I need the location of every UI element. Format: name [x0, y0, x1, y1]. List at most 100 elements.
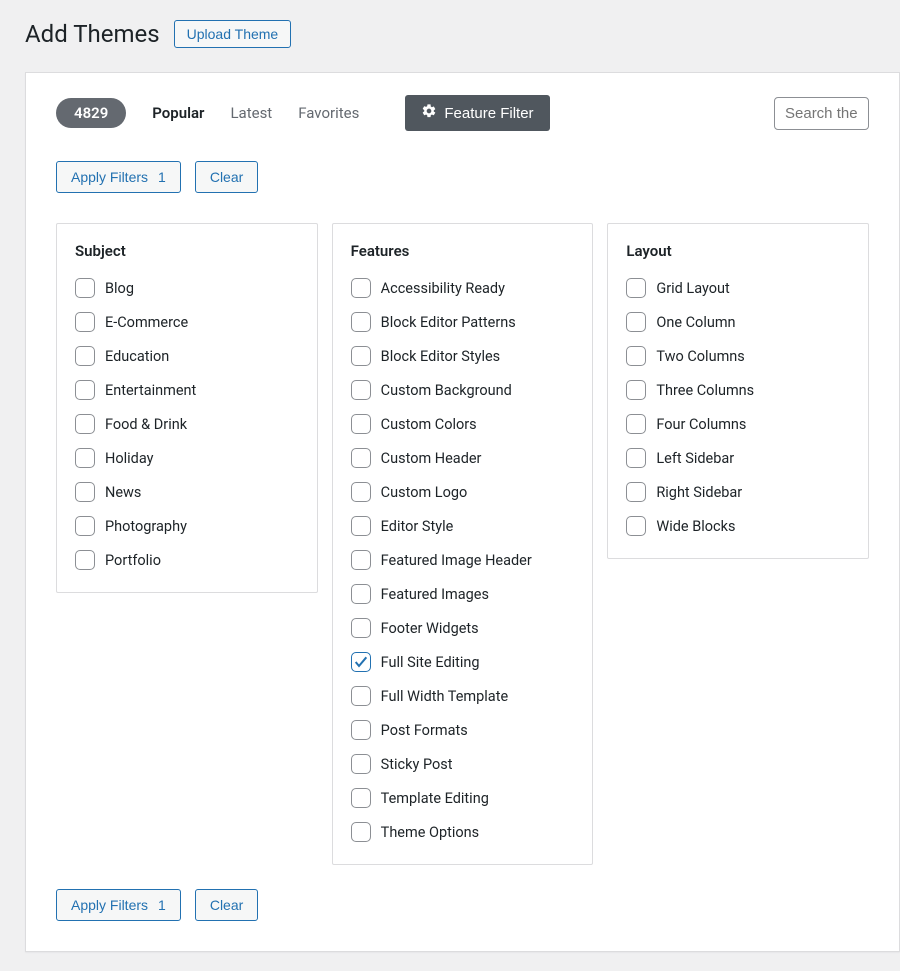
filter-checkbox-row[interactable]: Accessibility Ready [351, 278, 575, 298]
checkbox[interactable] [626, 448, 646, 468]
filter-checkbox-row[interactable]: Template Editing [351, 788, 575, 808]
checkbox-label: Sticky Post [381, 756, 453, 773]
checkbox[interactable] [351, 346, 371, 366]
filter-checkbox-row[interactable]: Custom Header [351, 448, 575, 468]
checkbox-label: E-Commerce [105, 314, 188, 331]
apply-filters-count: 1 [158, 897, 166, 913]
checkbox[interactable] [351, 278, 371, 298]
filter-checkbox-row[interactable]: Holiday [75, 448, 299, 468]
apply-filters-button[interactable]: Apply Filters 1 [56, 889, 181, 921]
checkbox-label: Portfolio [105, 552, 161, 569]
checkbox[interactable] [351, 788, 371, 808]
filter-link-popular[interactable]: Popular [152, 104, 204, 122]
checkbox[interactable] [351, 550, 371, 570]
checkbox[interactable] [351, 516, 371, 536]
filter-checkbox-row[interactable]: Full Site Editing [351, 652, 575, 672]
checkbox-label: Grid Layout [656, 280, 729, 297]
checkbox-label: News [105, 484, 141, 501]
checkbox[interactable] [626, 278, 646, 298]
checkbox[interactable] [75, 346, 95, 366]
checkbox-label: Holiday [105, 450, 153, 467]
filter-checkbox-row[interactable]: E-Commerce [75, 312, 299, 332]
checkbox[interactable] [75, 482, 95, 502]
checkbox[interactable] [351, 652, 371, 672]
filter-checkbox-row[interactable]: Grid Layout [626, 278, 850, 298]
checkbox[interactable] [626, 482, 646, 502]
checkbox[interactable] [626, 312, 646, 332]
filter-checkbox-row[interactable]: Post Formats [351, 720, 575, 740]
filter-checkbox-row[interactable]: Education [75, 346, 299, 366]
feature-filter-label: Feature Filter [444, 105, 533, 122]
filter-checkbox-row[interactable]: Entertainment [75, 380, 299, 400]
checkbox[interactable] [351, 380, 371, 400]
checkbox[interactable] [75, 312, 95, 332]
checkbox[interactable] [351, 584, 371, 604]
checkbox[interactable] [75, 550, 95, 570]
filter-checkbox-row[interactable]: Four Columns [626, 414, 850, 434]
apply-filters-label: Apply Filters [71, 897, 148, 913]
group-title-subject: Subject [75, 242, 299, 260]
apply-row-bottom: Apply Filters 1 Clear [56, 889, 869, 921]
feature-filter-button[interactable]: Feature Filter [405, 95, 549, 131]
checkbox[interactable] [351, 720, 371, 740]
filter-link-latest[interactable]: Latest [230, 104, 272, 122]
upload-theme-button[interactable]: Upload Theme [174, 20, 292, 48]
filter-checkbox-row[interactable]: Left Sidebar [626, 448, 850, 468]
filter-checkbox-row[interactable]: News [75, 482, 299, 502]
checkbox[interactable] [351, 448, 371, 468]
filter-checkbox-row[interactable]: Custom Logo [351, 482, 575, 502]
clear-button[interactable]: Clear [195, 161, 258, 193]
checkbox[interactable] [351, 414, 371, 434]
filter-checkbox-row[interactable]: Sticky Post [351, 754, 575, 774]
filter-checkbox-row[interactable]: Full Width Template [351, 686, 575, 706]
themes-panel: 4829 Popular Latest Favorites Feature Fi… [25, 72, 900, 952]
filter-link-favorites[interactable]: Favorites [298, 104, 359, 122]
filter-checkbox-row[interactable]: Two Columns [626, 346, 850, 366]
filter-checkbox-row[interactable]: Portfolio [75, 550, 299, 570]
checkbox[interactable] [351, 312, 371, 332]
filter-checkbox-row[interactable]: Block Editor Patterns [351, 312, 575, 332]
checkbox-label: Education [105, 348, 169, 365]
filter-checkbox-row[interactable]: Featured Images [351, 584, 575, 604]
filter-checkbox-row[interactable]: Food & Drink [75, 414, 299, 434]
checkbox[interactable] [351, 482, 371, 502]
checkbox[interactable] [626, 414, 646, 434]
checkbox[interactable] [626, 516, 646, 536]
filter-checkbox-row[interactable]: Three Columns [626, 380, 850, 400]
filter-checkbox-row[interactable]: Footer Widgets [351, 618, 575, 638]
checkbox[interactable] [626, 346, 646, 366]
filter-checkbox-row[interactable]: Photography [75, 516, 299, 536]
filter-checkbox-row[interactable]: Custom Colors [351, 414, 575, 434]
checkbox-label: One Column [656, 314, 735, 331]
filter-checkbox-row[interactable]: Right Sidebar [626, 482, 850, 502]
filter-checkbox-row[interactable]: Blog [75, 278, 299, 298]
checkbox-label: Left Sidebar [656, 450, 734, 467]
filter-checkbox-row[interactable]: Wide Blocks [626, 516, 850, 536]
checkbox-label: Featured Images [381, 586, 489, 603]
checkbox[interactable] [626, 380, 646, 400]
filter-checkbox-row[interactable]: Custom Background [351, 380, 575, 400]
checkbox[interactable] [75, 278, 95, 298]
filter-checkbox-row[interactable]: Editor Style [351, 516, 575, 536]
checkbox[interactable] [351, 754, 371, 774]
search-input[interactable] [774, 97, 869, 130]
apply-filters-button[interactable]: Apply Filters 1 [56, 161, 181, 193]
apply-row-top: Apply Filters 1 Clear [56, 161, 869, 193]
checkbox[interactable] [75, 414, 95, 434]
filter-checkbox-row[interactable]: Featured Image Header [351, 550, 575, 570]
checkbox[interactable] [75, 448, 95, 468]
checkbox[interactable] [351, 618, 371, 638]
checkbox[interactable] [75, 516, 95, 536]
filter-checkbox-row[interactable]: One Column [626, 312, 850, 332]
filter-checkbox-row[interactable]: Block Editor Styles [351, 346, 575, 366]
checkbox-label: Full Width Template [381, 688, 508, 705]
checkbox-label: Footer Widgets [381, 620, 479, 637]
checkbox-label: Photography [105, 518, 187, 535]
checkbox-label: Theme Options [381, 824, 479, 841]
filter-checkbox-row[interactable]: Theme Options [351, 822, 575, 842]
checkbox[interactable] [351, 686, 371, 706]
clear-button[interactable]: Clear [195, 889, 258, 921]
checkbox[interactable] [351, 822, 371, 842]
checkbox[interactable] [75, 380, 95, 400]
checkbox-label: Custom Colors [381, 416, 477, 433]
